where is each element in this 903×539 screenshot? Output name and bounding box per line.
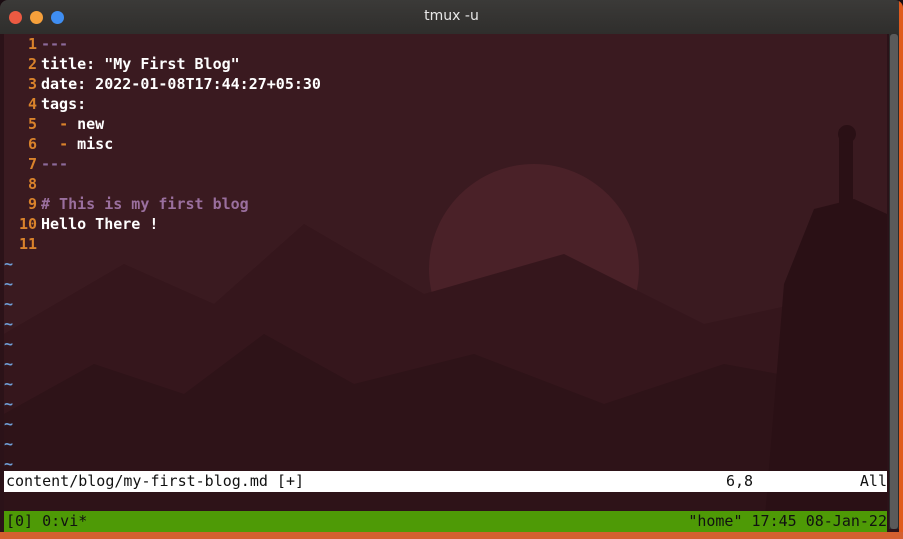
buffer-line[interactable]: 9 # This is my first blog — [4, 194, 249, 214]
line-number: 11 — [18, 235, 37, 253]
line-number: 10 — [18, 215, 37, 233]
line-text: tags: — [41, 95, 87, 113]
line-number: 1 — [27, 35, 37, 53]
statusline-scroll-indicator: All — [859, 472, 887, 490]
desktop-edge — [899, 0, 903, 539]
empty-line-tilde: ~ — [4, 395, 14, 413]
buffer-line[interactable]: 11 — [4, 234, 41, 254]
empty-line-tilde: ~ — [4, 315, 14, 333]
tmux-session-info: "home" 17:45 08-Jan-22 — [688, 512, 887, 530]
terminal-window: tmux -u 1 --- 2 title: "My First Blog" 3 date… — [0, 0, 903, 539]
line-text — [37, 235, 41, 253]
line-number: 7 — [27, 155, 37, 173]
statusline-cursor-position: 6,8 — [726, 472, 754, 490]
line-number: 3 — [27, 75, 37, 93]
line-text: --- — [41, 155, 69, 173]
line-text: - misc — [59, 135, 114, 153]
line-number: 9 — [27, 195, 37, 213]
title-bar[interactable]: tmux -u — [0, 0, 903, 34]
window-title: tmux -u — [424, 8, 479, 24]
background-landscape-image — [4, 34, 887, 529]
line-text: # This is my first blog — [41, 195, 249, 213]
line-text — [37, 175, 41, 193]
vim-editor[interactable]: 1 --- 2 title: "My First Blog" 3 date: 2022-0… — [4, 34, 887, 529]
buffer-line[interactable]: 10 Hello There ! — [4, 214, 158, 234]
statusline-filename: content/blog/my-first-blog.md [+] — [6, 472, 305, 490]
line-number: 2 — [27, 55, 37, 73]
empty-line-tilde: ~ — [4, 295, 14, 313]
buffer-line[interactable]: 4 tags: — [4, 94, 86, 114]
left-edge — [0, 34, 4, 539]
empty-line-tilde: ~ — [4, 355, 14, 373]
desktop-bottom-edge — [0, 532, 903, 539]
tmux-status-bar: [0] 0:vi* "home" 17:45 08-Jan-22 — [4, 511, 887, 532]
tmux-window-list[interactable]: [0] 0:vi* — [6, 511, 87, 532]
empty-line-tilde: ~ — [4, 435, 14, 453]
line-number: 8 — [27, 175, 37, 193]
line-number: 4 — [27, 95, 37, 113]
buffer-line[interactable]: 7 --- — [4, 154, 68, 174]
line-number: 6 — [27, 135, 37, 153]
line-text: date: 2022-01-08T17:44:27+05:30 — [41, 75, 321, 93]
buffer-line[interactable]: 6 - misc — [4, 134, 113, 154]
line-text: Hello There ! — [41, 215, 159, 233]
empty-line-tilde: ~ — [4, 255, 14, 273]
empty-line-tilde: ~ — [4, 375, 14, 393]
empty-line-tilde: ~ — [4, 335, 14, 353]
line-number: 5 — [27, 115, 37, 133]
buffer-line[interactable]: 8 — [4, 174, 41, 194]
buffer-line[interactable]: 5 - new — [4, 114, 104, 134]
buffer-line[interactable]: 2 title: "My First Blog" — [4, 54, 240, 74]
line-text: - new — [59, 115, 105, 133]
line-text: title: "My First Blog" — [41, 55, 240, 73]
terminal-scrollbar[interactable] — [889, 34, 899, 529]
vim-statusline: content/blog/my-first-blog.md [+] 6,8 Al… — [4, 471, 887, 492]
buffer-line[interactable]: 3 date: 2022-01-08T17:44:27+05:30 — [4, 74, 321, 94]
buffer-line[interactable]: 1 --- — [4, 34, 68, 54]
line-text: --- — [41, 35, 69, 53]
scrollbar-thumb[interactable] — [890, 34, 898, 529]
empty-line-tilde: ~ — [4, 275, 14, 293]
empty-line-tilde: ~ — [4, 415, 14, 433]
